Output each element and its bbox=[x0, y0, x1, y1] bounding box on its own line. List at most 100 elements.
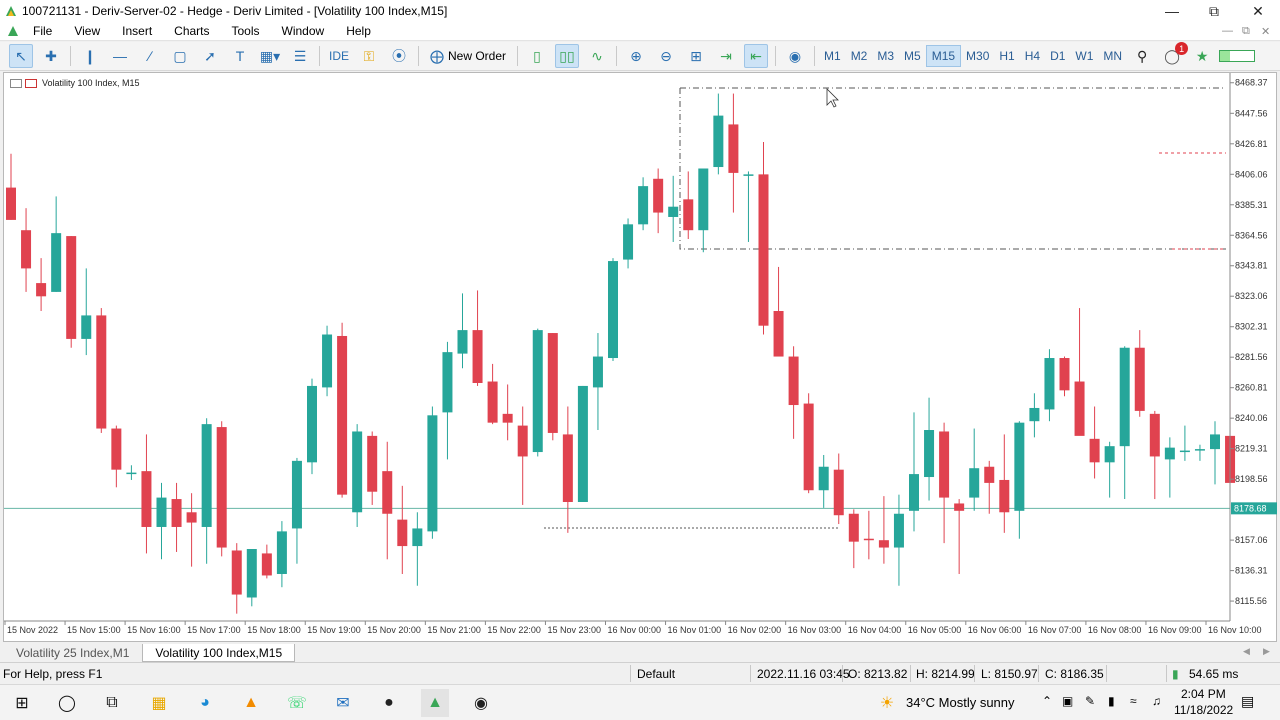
candle bbox=[1089, 406, 1100, 479]
objects-list-icon[interactable]: ☰ bbox=[288, 44, 312, 68]
timeframe-m3[interactable]: M3 bbox=[872, 45, 899, 67]
timeframe-m5[interactable]: M5 bbox=[899, 45, 926, 67]
vlc-icon[interactable]: ▲ bbox=[237, 689, 265, 717]
clock-date[interactable]: 11/18/2022 bbox=[1174, 703, 1233, 717]
image-tool-icon[interactable]: ▦▾ bbox=[258, 44, 282, 68]
candle bbox=[743, 171, 754, 242]
menu-insert[interactable]: Insert bbox=[111, 24, 163, 38]
candle bbox=[878, 496, 889, 564]
file-explorer-icon[interactable]: ▦ bbox=[145, 689, 173, 717]
search-icon[interactable]: ⚲ bbox=[1130, 44, 1154, 68]
timeframe-m30[interactable]: M30 bbox=[961, 45, 994, 67]
menu-charts[interactable]: Charts bbox=[163, 24, 220, 38]
whatsapp-icon[interactable]: ☏ bbox=[283, 689, 311, 717]
tab-scroll-left-icon[interactable]: ◀ bbox=[1243, 646, 1250, 657]
signals-icon[interactable]: ⦿ bbox=[387, 44, 411, 68]
tab-volatility-25[interactable]: Volatility 25 Index,M1 bbox=[3, 644, 142, 662]
line-chart-icon[interactable]: ∿ bbox=[585, 44, 609, 68]
windows-start-icon[interactable]: ⊞ bbox=[8, 689, 36, 717]
price-tick-label: 8302.31 bbox=[1235, 322, 1268, 332]
status-profile[interactable]: Default bbox=[637, 667, 675, 681]
title-bar: 100721131 - Deriv-Server-02 - Hedge - De… bbox=[0, 0, 1280, 22]
candle-body bbox=[517, 425, 528, 457]
timeframe-m15[interactable]: M15 bbox=[925, 45, 962, 67]
mail-icon[interactable]: ✉ bbox=[329, 689, 357, 717]
new-order-button[interactable]: ⨁ New Order bbox=[426, 44, 510, 68]
menu-view[interactable]: View bbox=[63, 24, 111, 38]
child-restore-icon[interactable]: ⧉ bbox=[1242, 25, 1250, 38]
status-ping[interactable]: 54.65 ms bbox=[1189, 667, 1238, 681]
volume-icon[interactable]: ♫ bbox=[1152, 694, 1161, 708]
minimize-button[interactable]: — bbox=[1150, 0, 1194, 22]
recorder-app-icon[interactable]: ◉ bbox=[467, 689, 495, 717]
media-app-icon[interactable]: ● bbox=[375, 689, 403, 717]
menu-window[interactable]: Window bbox=[271, 24, 336, 38]
alerts-icon[interactable]: ◯ 1 bbox=[1160, 42, 1189, 68]
timeframe-h4[interactable]: H4 bbox=[1020, 45, 1045, 67]
vertical-line-icon[interactable]: ❙ bbox=[78, 44, 102, 68]
tray-language-icon[interactable]: ✎ bbox=[1085, 694, 1095, 708]
tile-windows-icon[interactable]: ⊞ bbox=[684, 44, 708, 68]
candle bbox=[141, 434, 152, 554]
horizontal-line-icon[interactable]: — bbox=[108, 44, 132, 68]
trendline-icon[interactable]: ∕ bbox=[138, 44, 162, 68]
candle-body bbox=[924, 430, 935, 478]
status-bar: For Help, press F1 Default 2022.11.16 03… bbox=[0, 662, 1280, 684]
bar-chart-icon[interactable]: ▯ bbox=[525, 44, 549, 68]
candle bbox=[999, 434, 1010, 533]
restore-button[interactable]: ⧉ bbox=[1192, 0, 1236, 22]
cortana-icon[interactable]: ◯ bbox=[53, 689, 81, 717]
notifications-icon[interactable]: ▤ bbox=[1241, 693, 1254, 710]
weather-text[interactable]: 34°C Mostly sunny bbox=[906, 695, 1015, 710]
child-close-icon[interactable]: ✕ bbox=[1261, 25, 1270, 38]
timeframe-m2[interactable]: M2 bbox=[846, 45, 873, 67]
timeframe-h1[interactable]: H1 bbox=[994, 45, 1019, 67]
cursor-tool-icon[interactable]: ↖ bbox=[9, 44, 33, 68]
price-chart[interactable]: 8468.37 8447.56 8426.81 8406.06 8385.31 8364.… bbox=[4, 73, 1278, 643]
candle-body bbox=[623, 224, 634, 260]
close-button[interactable]: ✕ bbox=[1236, 0, 1280, 22]
candle bbox=[186, 493, 197, 567]
tab-scroll-right-icon[interactable]: ▶ bbox=[1263, 646, 1270, 657]
tray-chevron-icon[interactable]: ⌃ bbox=[1042, 694, 1052, 708]
timeframe-mn[interactable]: MN bbox=[1098, 45, 1127, 67]
tab-volatility-100[interactable]: Volatility 100 Index,M15 bbox=[142, 644, 296, 662]
clock-time[interactable]: 2:04 PM bbox=[1181, 687, 1226, 701]
chart-window-icon[interactable] bbox=[6, 24, 20, 38]
chart-shift-icon[interactable]: ⇤ bbox=[744, 44, 769, 68]
autoscroll-icon[interactable]: ⇥ bbox=[714, 44, 738, 68]
menu-help[interactable]: Help bbox=[335, 24, 382, 38]
candle-body bbox=[668, 206, 679, 217]
candlestick-chart-icon[interactable]: ▯▯ bbox=[555, 44, 580, 68]
task-view-icon[interactable]: ⧉ bbox=[98, 689, 126, 717]
crosshair-tool-icon[interactable]: ✚ bbox=[39, 44, 63, 68]
candle-body bbox=[216, 427, 227, 548]
candle-body bbox=[412, 528, 423, 547]
battery-icon[interactable]: ▮ bbox=[1108, 694, 1115, 708]
market-bag-icon[interactable]: ⚿ bbox=[357, 44, 381, 68]
child-minimize-icon[interactable]: — bbox=[1222, 25, 1233, 37]
chart-window[interactable]: 8468.37 8447.56 8426.81 8406.06 8385.31 8364.… bbox=[3, 72, 1277, 642]
edge-browser-icon[interactable]: ◕ bbox=[191, 689, 219, 717]
alerts-badge: 1 bbox=[1175, 42, 1189, 55]
rectangle-tool-icon[interactable]: ▢ bbox=[168, 44, 192, 68]
menu-tools[interactable]: Tools bbox=[221, 24, 271, 38]
text-tool-icon[interactable]: T bbox=[228, 44, 252, 68]
time-tick-label: 15 Nov 17:00 bbox=[187, 625, 241, 635]
wifi-icon[interactable]: ≈ bbox=[1130, 694, 1137, 708]
price-axis: 8468.37 8447.56 8426.81 8406.06 8385.31 8364.… bbox=[1229, 73, 1277, 621]
connection-icon[interactable]: ★ bbox=[1190, 44, 1214, 68]
screenshot-icon[interactable]: ◉ bbox=[783, 44, 807, 68]
candle-body bbox=[96, 315, 107, 429]
metatrader-taskbar-icon[interactable]: ▲ bbox=[421, 689, 449, 717]
timeframe-w1[interactable]: W1 bbox=[1070, 45, 1098, 67]
tray-app-icon[interactable]: ▣ bbox=[1062, 694, 1073, 708]
menu-file[interactable]: File bbox=[22, 24, 63, 38]
zoom-out-icon[interactable]: ⊖ bbox=[654, 44, 678, 68]
ide-button[interactable]: IDE bbox=[327, 44, 351, 68]
fibonacci-tool-icon[interactable]: ➚ bbox=[198, 44, 222, 68]
timeframe-d1[interactable]: D1 bbox=[1045, 45, 1070, 67]
candle bbox=[1119, 346, 1130, 500]
zoom-in-icon[interactable]: ⊕ bbox=[624, 44, 648, 68]
timeframe-m1[interactable]: M1 bbox=[819, 45, 846, 67]
